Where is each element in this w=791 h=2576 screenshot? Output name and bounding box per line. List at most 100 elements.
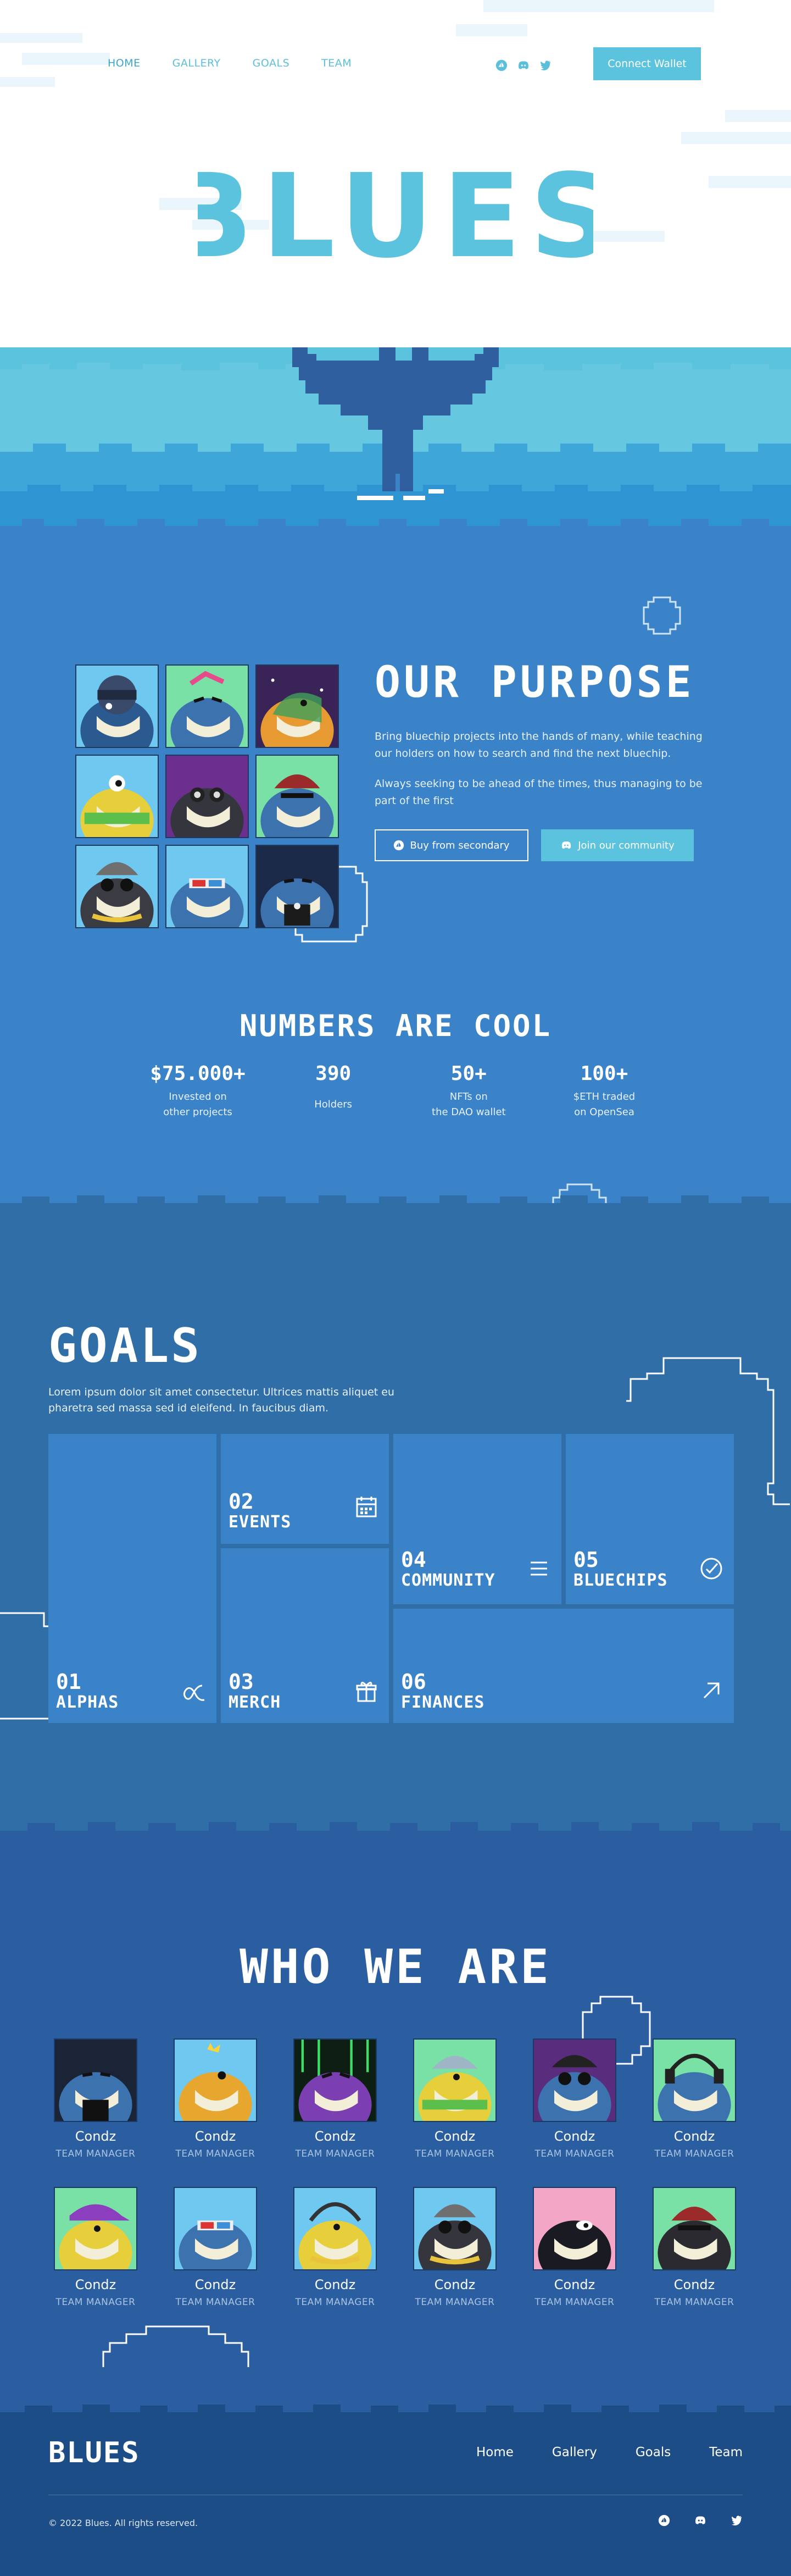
member-avatar xyxy=(533,2038,616,2122)
calendar-icon xyxy=(356,1497,377,1517)
nav-link-gallery[interactable]: GALLERY xyxy=(172,57,221,69)
nft-whale-thumbnail[interactable] xyxy=(255,845,339,928)
team-member-card[interactable]: Condz TEAM MANAGER xyxy=(174,2038,257,2159)
footer-link-goals[interactable]: Goals xyxy=(636,2445,671,2459)
team-title: WHO WE ARE xyxy=(239,1940,552,1995)
nav-links: HOME GALLERY GOALS TEAM xyxy=(108,57,352,69)
member-name: Condz xyxy=(554,2277,595,2292)
cloud xyxy=(456,24,527,36)
pixel-outline-deco xyxy=(102,2325,249,2367)
arrow-up-right-icon xyxy=(703,1682,720,1699)
goal-name: COMMUNITY xyxy=(401,1571,495,1590)
member-avatar xyxy=(293,2038,377,2122)
member-avatar xyxy=(653,2038,736,2122)
member-role: TEAM MANAGER xyxy=(534,2297,615,2308)
nft-whale-thumbnail[interactable] xyxy=(165,755,249,838)
twitter-icon[interactable] xyxy=(731,2514,743,2527)
footer-link-team[interactable]: Team xyxy=(709,2445,743,2459)
footer-link-home[interactable]: Home xyxy=(476,2445,514,2459)
discord-icon[interactable] xyxy=(694,2514,706,2527)
member-role: TEAM MANAGER xyxy=(175,2297,255,2308)
member-name: Condz xyxy=(434,2129,476,2144)
member-name: Condz xyxy=(673,2129,715,2144)
stat-nfts: 50+ NFTs on the DAO wallet xyxy=(408,1062,529,1120)
team-member-card[interactable]: Condz TEAM MANAGER xyxy=(653,2187,736,2308)
footer-link-gallery[interactable]: Gallery xyxy=(552,2445,597,2459)
member-role: TEAM MANAGER xyxy=(415,2148,495,2159)
goal-card-finances[interactable]: 06 FINANCES xyxy=(393,1609,734,1723)
team-member-card[interactable]: Condz TEAM MANAGER xyxy=(653,2038,736,2159)
nft-whale-thumbnail[interactable] xyxy=(165,845,249,928)
member-role: TEAM MANAGER xyxy=(654,2148,734,2159)
nft-whale-thumbnail[interactable] xyxy=(165,664,249,748)
team-member-card[interactable]: Condz TEAM MANAGER xyxy=(413,2038,497,2159)
connect-wallet-button[interactable]: Connect Wallet xyxy=(593,47,701,80)
goal-number: 05 xyxy=(573,1548,599,1572)
stat-label: the DAO wallet xyxy=(432,1106,506,1118)
team-member-card[interactable]: Condz TEAM MANAGER xyxy=(54,2187,137,2308)
goal-card-community[interactable]: 04 COMMUNITY xyxy=(393,1434,561,1604)
team-grid: Condz TEAM MANAGER Condz TEAM MANAGER Co… xyxy=(54,2038,737,2308)
stat-value: 390 xyxy=(315,1062,352,1085)
goal-name: FINANCES xyxy=(401,1693,485,1712)
stat-label: other projects xyxy=(163,1106,232,1118)
join-community-button[interactable]: Join our community xyxy=(541,829,694,861)
goal-number: 06 xyxy=(401,1670,426,1694)
stat-value: 100+ xyxy=(580,1062,628,1085)
goal-card-merch[interactable]: 03 MERCH xyxy=(221,1548,389,1723)
team-member-card[interactable]: Condz TEAM MANAGER xyxy=(293,2187,377,2308)
member-name: Condz xyxy=(434,2277,476,2292)
member-avatar xyxy=(174,2038,257,2122)
member-name: Condz xyxy=(75,2129,116,2144)
nft-whale-thumbnail[interactable] xyxy=(75,664,159,748)
goals-title: GOALS xyxy=(48,1319,202,1373)
goal-card-events[interactable]: 02 EVENTS xyxy=(221,1434,389,1544)
stats-row: $75.000+ Invested on other projects 390 … xyxy=(137,1062,665,1120)
twitter-icon[interactable] xyxy=(539,59,552,71)
nft-whale-thumbnail[interactable] xyxy=(75,845,159,928)
buy-secondary-button[interactable]: Buy from secondary xyxy=(375,829,528,861)
stat-value: 50+ xyxy=(450,1062,487,1085)
nft-whale-thumbnail[interactable] xyxy=(255,664,339,748)
team-member-card[interactable]: Condz TEAM MANAGER xyxy=(533,2187,616,2308)
member-role: TEAM MANAGER xyxy=(415,2297,495,2308)
alpha-icon xyxy=(183,1685,205,1701)
nav-link-goals[interactable]: GOALS xyxy=(253,57,290,69)
member-name: Condz xyxy=(554,2129,595,2144)
opensea-icon xyxy=(394,840,404,851)
team-member-card[interactable]: Condz TEAM MANAGER xyxy=(174,2187,257,2308)
member-role: TEAM MANAGER xyxy=(175,2148,255,2159)
cloud xyxy=(725,110,791,122)
member-name: Condz xyxy=(75,2277,116,2292)
goal-number: 02 xyxy=(229,1489,254,1514)
team-member-card[interactable]: Condz TEAM MANAGER xyxy=(413,2187,497,2308)
member-avatar xyxy=(653,2187,736,2270)
stat-label: Invested on xyxy=(169,1091,227,1103)
footer-logo[interactable]: BLUES xyxy=(48,2436,140,2469)
nft-whale-thumbnail[interactable] xyxy=(255,755,339,838)
team-member-card[interactable]: Condz TEAM MANAGER xyxy=(293,2038,377,2159)
nav-link-home[interactable]: HOME xyxy=(108,57,141,69)
hero-title-text: BLUES xyxy=(198,165,593,275)
opensea-icon[interactable] xyxy=(495,59,508,71)
cloud xyxy=(582,231,665,242)
goal-card-bluechips[interactable]: 05 BLUECHIPS xyxy=(566,1434,734,1604)
nav-social xyxy=(495,59,552,71)
discord-icon[interactable] xyxy=(517,59,530,71)
team-member-card[interactable]: Condz TEAM MANAGER xyxy=(533,2038,616,2159)
purpose-text: Bring bluechip projects into the hands o… xyxy=(375,728,715,823)
nav-link-team[interactable]: TEAM xyxy=(321,57,352,69)
team-member-card[interactable]: Condz TEAM MANAGER xyxy=(54,2038,137,2159)
goal-card-alphas[interactable]: 01 ALPHAS xyxy=(48,1434,216,1723)
stat-label: NFTs on xyxy=(449,1091,488,1103)
member-name: Condz xyxy=(314,2277,356,2292)
member-role: TEAM MANAGER xyxy=(295,2297,375,2308)
stat-value: $75.000+ xyxy=(150,1062,246,1085)
buy-secondary-label: Buy from secondary xyxy=(410,839,510,851)
opensea-icon[interactable] xyxy=(658,2514,670,2527)
goal-name: EVENTS xyxy=(229,1513,292,1532)
purpose-section: OUR PURPOSE Bring bluechip projects into… xyxy=(0,536,791,1225)
member-name: Condz xyxy=(314,2129,356,2144)
nft-whale-thumbnail[interactable] xyxy=(75,755,159,838)
main-nav: HOME GALLERY GOALS TEAM Connect Wallet xyxy=(0,47,791,80)
